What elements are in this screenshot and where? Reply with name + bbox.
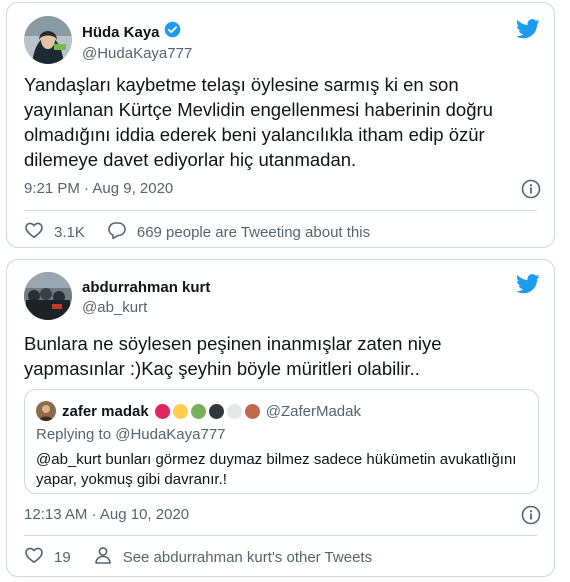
quoted-avatar[interactable]: [36, 401, 56, 421]
divider: [24, 210, 537, 211]
tweet-timestamp[interactable]: 9:21 PM · Aug 9, 2020: [24, 180, 173, 197]
emoji-hearts: [154, 403, 260, 419]
quoted-tweet[interactable]: zafer madak @ZaferMadak Replying to @Hud…: [24, 389, 539, 494]
tweet-text: Yandaşları kaybetme telaşı öylesine sarm…: [24, 74, 493, 170]
twitter-bird-icon[interactable]: [516, 19, 540, 39]
person-icon: [93, 545, 113, 569]
quoted-text: @ab_kurt bunları görmez duymaz bilmez sa…: [36, 451, 517, 488]
heart-emoji-icon: [226, 403, 242, 419]
quoted-author-name[interactable]: zafer madak: [62, 403, 149, 420]
heart-emoji-icon: [244, 403, 260, 419]
like-button[interactable]: 19: [24, 545, 71, 569]
verified-badge-icon: [164, 21, 181, 43]
heart-icon: [24, 220, 44, 244]
profile-link-button[interactable]: See abdurrahman kurt's other Tweets: [93, 545, 372, 569]
quoted-author: zafer madak @ZaferMadak: [36, 401, 361, 421]
author-name[interactable]: abdurrahman kurt: [82, 278, 210, 297]
avatar[interactable]: [24, 272, 72, 320]
like-count: 3.1K: [54, 223, 85, 241]
heart-emoji-icon: [154, 403, 170, 419]
comment-bubble-icon: [107, 220, 127, 244]
tweet-card[interactable]: Hüda Kaya @HudaKaya777 Yandaşları kaybet…: [6, 2, 555, 248]
quoted-author-handle[interactable]: @ZaferMadak: [266, 403, 361, 420]
conversation-link: 669 people are Tweeting about this: [136, 223, 371, 241]
heart-icon: [24, 545, 44, 569]
author-handle[interactable]: @HudaKaya777: [82, 44, 192, 63]
twitter-bird-icon[interactable]: [516, 274, 540, 294]
author-block: Hüda Kaya @HudaKaya777: [82, 21, 192, 63]
action-bar: 19 See abdurrahman kurt's other Tweets: [24, 545, 394, 569]
info-icon[interactable]: [521, 505, 541, 525]
divider: [24, 535, 537, 536]
other-tweets-link: See abdurrahman kurt's other Tweets: [122, 548, 373, 566]
tweet-card[interactable]: abdurrahman kurt @ab_kurt Bunlara ne söy…: [6, 259, 555, 577]
heart-emoji-icon: [208, 403, 224, 419]
author-block: abdurrahman kurt @ab_kurt: [82, 278, 210, 317]
author-name[interactable]: Hüda Kaya: [82, 23, 160, 42]
tweet-timestamp[interactable]: 12:13 AM · Aug 10, 2020: [24, 506, 189, 523]
replying-to: Replying to @HudaKaya777: [36, 426, 226, 443]
tweet-text: Bunlara ne söylesen peşinen inanmışlar z…: [24, 333, 442, 379]
action-bar: 3.1K 669 people are Tweeting about this: [24, 220, 392, 244]
author-handle[interactable]: @ab_kurt: [82, 298, 210, 317]
heart-emoji-icon: [172, 403, 188, 419]
like-button[interactable]: 3.1K: [24, 220, 85, 244]
conversation-button[interactable]: 669 people are Tweeting about this: [107, 220, 370, 244]
like-count: 19: [54, 548, 71, 566]
heart-emoji-icon: [190, 403, 206, 419]
avatar[interactable]: [24, 16, 72, 64]
info-icon[interactable]: [521, 179, 541, 199]
